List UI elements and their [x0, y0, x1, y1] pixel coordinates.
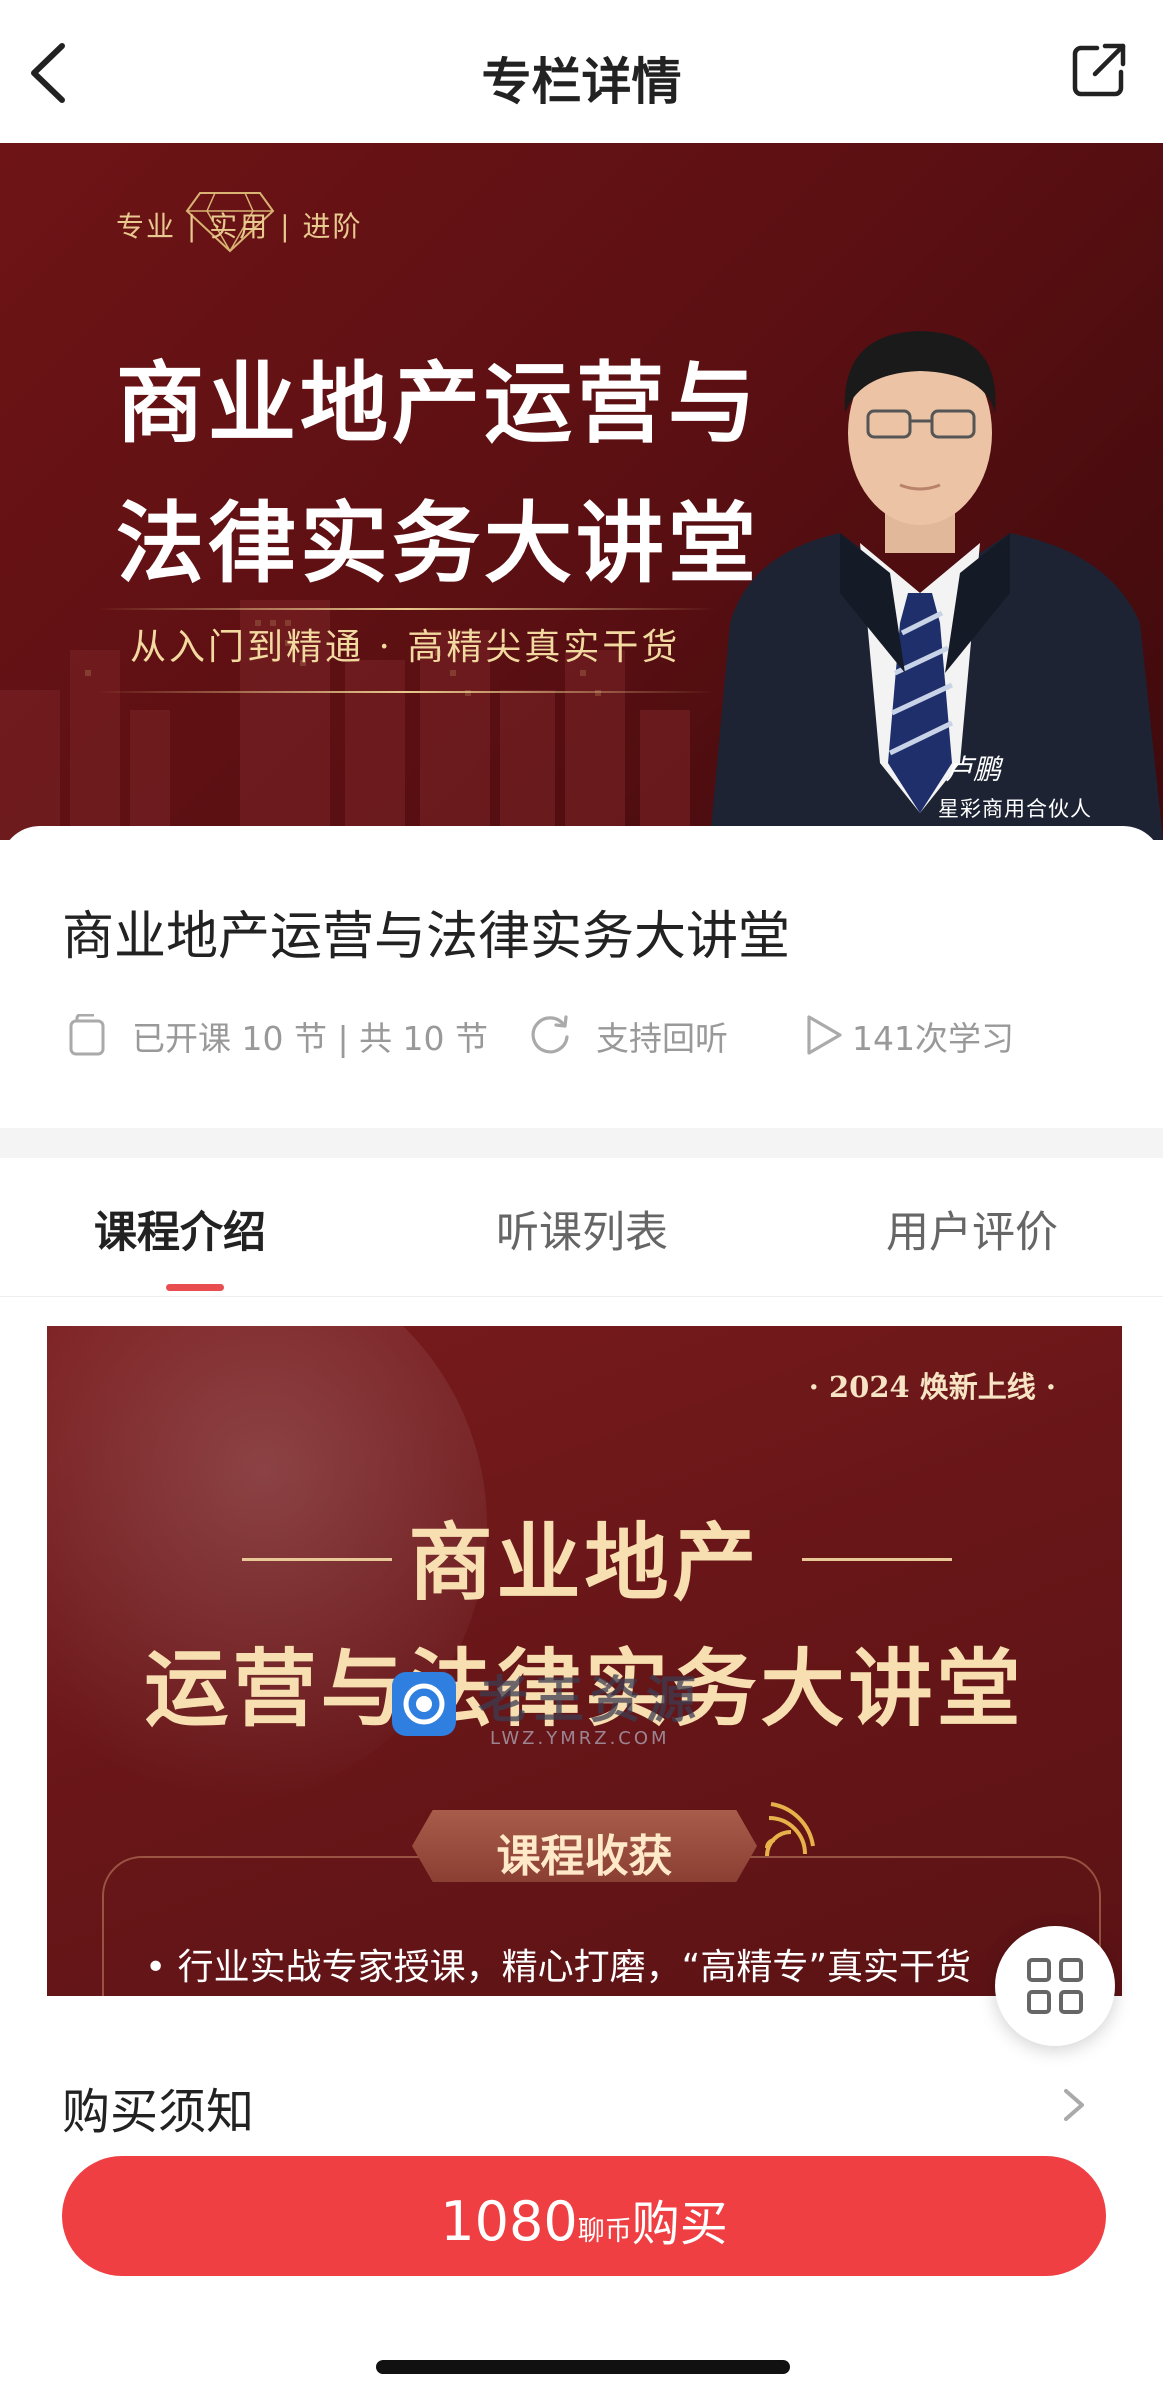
hero-title-line1: 商业地产运营与 [116, 352, 761, 455]
grid-menu-button[interactable] [995, 1926, 1115, 2046]
replay-text: 支持回听 [596, 1019, 728, 1058]
buy-label: 购买 [631, 2196, 728, 2252]
hero-tagline: 专业 | 实用 | 进阶 [116, 210, 363, 243]
section-label: 课程收获 [496, 1831, 673, 1882]
document-icon [69, 1014, 105, 1056]
buy-price-unit: 聊币 [577, 2216, 632, 2247]
watermark-url: LWZ.YMRZ.COM [490, 1728, 670, 1749]
tab-user-reviews[interactable]: 用户评价 [886, 1198, 1058, 1260]
poster-heading-line1: 商业地产 [408, 1514, 761, 1612]
share-external-icon[interactable] [1071, 42, 1127, 98]
tab-bar: 课程介绍 听课列表 用户评价 [0, 1158, 1163, 1297]
play-icon [807, 1015, 842, 1055]
course-title: 商业地产运营与法律实务大讲堂 [62, 907, 791, 967]
heading-line-right [802, 1558, 952, 1561]
course-info-card: 商业地产运营与法律实务大讲堂 已开课 10 节 | 共 10 节 支持回听 14… [0, 826, 1163, 1128]
page-title: 专栏详情 [481, 53, 682, 111]
lessons-text: 已开课 10 节 | 共 10 节 [132, 1019, 489, 1058]
watermark-text: 老王资源 [478, 1671, 702, 1729]
grid-icon [1027, 1958, 1083, 2014]
buy-button-content: 1080聊币购买 [62, 2184, 1106, 2254]
hero-divider-bottom [96, 691, 716, 693]
tab-course-intro[interactable]: 课程介绍 [94, 1198, 266, 1260]
hero-subtitle: 从入门到精通 · 高精尖真实干货 [130, 627, 681, 668]
buy-button[interactable]: 1080聊币购买 [62, 2156, 1106, 2276]
replay-icon [531, 1015, 569, 1054]
speaker-name: 卢鹏 [945, 753, 1002, 786]
tab-lesson-list[interactable]: 听课列表 [496, 1198, 668, 1260]
section-divider [0, 1128, 1163, 1158]
hero-divider-top [96, 608, 716, 610]
home-indicator [376, 2360, 790, 2374]
poster-bullet: • 行业实战专家授课，精心打磨，“高精专”真实干货 [145, 1947, 971, 1988]
watermark-logo-icon [392, 1672, 456, 1736]
chevron-right-icon[interactable] [1060, 2085, 1088, 2125]
course-cover-banner: 专业 | 实用 | 进阶 商业地产运营与 法律实务大讲堂 从入门到精通 · 高精… [0, 143, 1163, 840]
nav-bar: 专栏详情 [0, 0, 1163, 143]
hero-title-line2: 法律实务大讲堂 [116, 492, 761, 595]
poster-badge: · 2024 焕新上线 · [808, 1370, 1056, 1404]
tab-active-indicator [166, 1284, 224, 1291]
speaker-portrait [710, 331, 1163, 840]
learners-text: 141次学习 [852, 1019, 1014, 1058]
purchase-notice-label[interactable]: 购买须知 [62, 2072, 254, 2142]
buy-price: 1080 [440, 2190, 578, 2253]
speaker-role: 星彩商用合伙人 [938, 797, 1092, 821]
signal-icon [765, 1802, 815, 1856]
